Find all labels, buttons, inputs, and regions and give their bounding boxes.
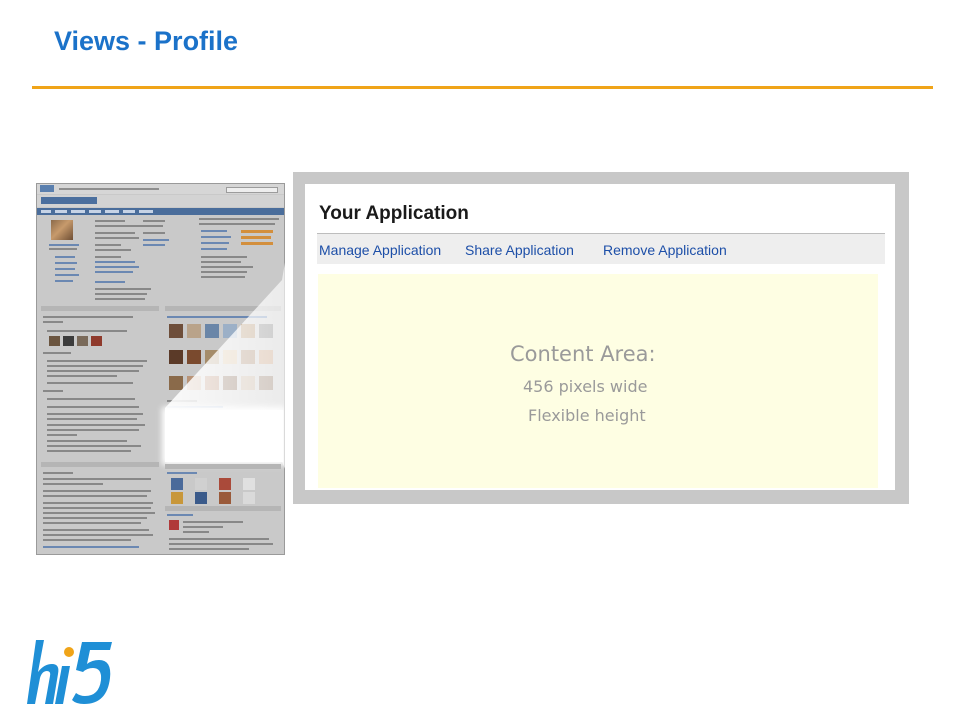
share-application-link[interactable]: Share Application (465, 242, 574, 258)
application-title: Your Application (319, 203, 469, 224)
content-area-heading: Content Area: (510, 342, 656, 366)
hi5-logo (27, 640, 112, 704)
content-area: Content Area: 456 pixels wide Flexible h… (318, 274, 878, 488)
remove-application-link[interactable]: Remove Application (603, 242, 727, 258)
application-panel: Your Application Manage Application Shar… (305, 184, 895, 490)
manage-application-link[interactable]: Manage Application (319, 242, 441, 258)
content-height-note: Flexible height (528, 406, 646, 425)
application-frame: Your Application Manage Application Shar… (293, 172, 909, 504)
content-width-note: 456 pixels wide (523, 377, 648, 396)
application-menu-bar: Manage Application Share Application Rem… (317, 234, 885, 264)
